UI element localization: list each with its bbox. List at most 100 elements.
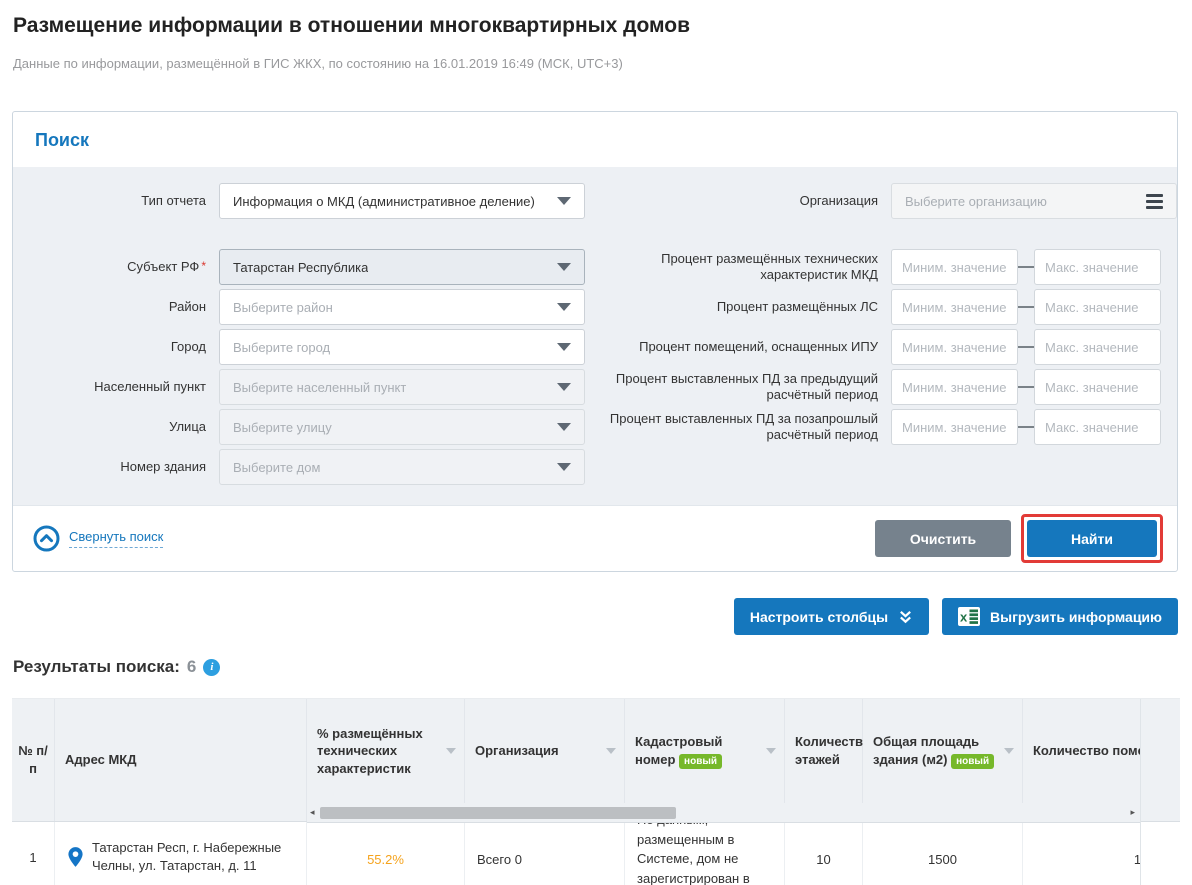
ls-percent-label: Процент размещённых ЛС xyxy=(716,298,878,314)
search-form-left-column: Тип отчета Информация о МКД (администрат… xyxy=(13,181,595,487)
page-subtitle: Данные по информации, размещённой в ГИС … xyxy=(13,56,623,71)
sort-icon[interactable] xyxy=(1004,748,1014,754)
street-placeholder: Выберите улицу xyxy=(233,419,332,435)
subject-value: Татарстан Республика xyxy=(233,259,369,275)
building-dropdown[interactable]: Выберите дом xyxy=(219,449,585,485)
find-button-highlight: Найти xyxy=(1021,514,1163,563)
pd-before-min-input[interactable] xyxy=(891,409,1018,445)
range-dash xyxy=(1018,266,1034,268)
caret-down-icon xyxy=(557,463,571,471)
tech-percent-max-input[interactable] xyxy=(1034,249,1161,285)
export-button[interactable]: x Выгрузить информацию xyxy=(942,598,1178,635)
caret-down-icon xyxy=(557,263,571,271)
column-header-num[interactable]: № п/п xyxy=(12,699,55,821)
city-dropdown[interactable]: Выберите город xyxy=(219,329,585,365)
row-address-cell[interactable]: Татарстан Респ, г. Набережные Челны, ул.… xyxy=(55,821,307,885)
scroll-left-arrow-icon[interactable]: ◂ xyxy=(310,808,315,817)
svg-text:x: x xyxy=(960,610,968,625)
row-address-text: Татарстан Респ, г. Набережные Челны, ул.… xyxy=(92,839,282,874)
info-icon[interactable]: i xyxy=(203,658,221,676)
form-gap xyxy=(13,221,595,247)
new-badge: новый xyxy=(951,753,995,769)
find-button[interactable]: Найти xyxy=(1027,520,1157,557)
table-scroll-region: % размещённых технических характеристик … xyxy=(307,699,1140,885)
form-row-pd-before-percent: Процент выставленных ПД за позапрошлый р… xyxy=(595,407,1177,447)
city-label: Город xyxy=(170,339,206,355)
ipu-percent-max-input[interactable] xyxy=(1034,329,1161,365)
table-row: 1 Татарстан Респ, г. Набережные Челны, у… xyxy=(12,821,307,885)
row-area-cell: 1500 xyxy=(863,823,1023,885)
scroll-right-arrow-icon[interactable]: ▸ xyxy=(1130,808,1135,817)
street-label: Улица xyxy=(169,419,206,435)
sort-icon[interactable] xyxy=(446,748,456,754)
pd-prev-percent-label: Процент выставленных ПД за предыдущий ра… xyxy=(615,370,878,402)
export-label: Выгрузить информацию xyxy=(990,608,1162,625)
sort-icon[interactable] xyxy=(606,748,616,754)
organization-picker[interactable]: Выберите организацию xyxy=(891,183,1177,219)
row-number-cell: 1 xyxy=(12,821,55,885)
hamburger-icon xyxy=(1146,193,1163,209)
pd-before-max-input[interactable] xyxy=(1034,409,1161,445)
caret-down-icon xyxy=(557,197,571,205)
column-header-address[interactable]: Адрес МКД xyxy=(55,699,307,821)
table-fixed-columns: № п/п Адрес МКД 1 Татарстан Респ, г. Наб… xyxy=(12,699,307,885)
sort-icon[interactable] xyxy=(766,748,776,754)
pd-prev-min-input[interactable] xyxy=(891,369,1018,405)
ls-percent-min-input[interactable] xyxy=(891,289,1018,325)
row-tech-percent-cell: 55.2% xyxy=(307,823,465,885)
excel-icon: x xyxy=(958,607,981,626)
settlement-placeholder: Выберите населенный пункт xyxy=(233,379,407,395)
range-dash xyxy=(1018,386,1034,388)
pd-prev-max-input[interactable] xyxy=(1034,369,1161,405)
form-row-building: Номер здания Выберите дом xyxy=(13,447,595,487)
ls-percent-max-input[interactable] xyxy=(1034,289,1161,325)
column-header-rooms[interactable]: Количество помещений xyxy=(1023,699,1140,803)
configure-columns-button[interactable]: Настроить столбцы xyxy=(733,598,930,635)
map-pin-icon xyxy=(68,847,83,868)
street-dropdown[interactable]: Выберите улицу xyxy=(219,409,585,445)
column-header-tech-percent[interactable]: % размещённых технических характеристик xyxy=(307,699,465,803)
range-dash xyxy=(1018,346,1034,348)
column-header-floors[interactable]: Количество этажей xyxy=(785,699,871,803)
report-type-dropdown[interactable]: Информация о МКД (административное делен… xyxy=(219,183,585,219)
sliver-body xyxy=(1141,821,1180,885)
horizontal-scrollbar[interactable]: ◂ ▸ xyxy=(307,803,1140,823)
ipu-percent-label: Процент помещений, оснащенных ИПУ xyxy=(639,338,878,354)
results-table: № п/п Адрес МКД 1 Татарстан Респ, г. Наб… xyxy=(12,698,1180,885)
district-dropdown[interactable]: Выберите район xyxy=(219,289,585,325)
organization-label: Организация xyxy=(799,192,878,208)
new-badge: новый xyxy=(679,753,723,769)
required-asterisk: * xyxy=(201,259,206,274)
results-label: Результаты поиска: xyxy=(13,657,180,676)
pd-before-percent-label: Процент выставленных ПД за позапрошлый р… xyxy=(609,410,878,442)
form-row-subject: Субъект РФ * Татарстан Республика xyxy=(13,247,595,287)
caret-down-icon xyxy=(557,303,571,311)
column-header-cadastral[interactable]: Кадастровый номер новый xyxy=(625,699,785,803)
column-header-area[interactable]: Общая площадь здания (м2) новый xyxy=(863,699,1023,803)
collapse-search-link[interactable]: Свернуть поиск xyxy=(33,525,164,552)
district-label: Район xyxy=(168,299,206,315)
ipu-percent-min-input[interactable] xyxy=(891,329,1018,365)
sliver-header xyxy=(1141,699,1180,822)
building-label: Номер здания xyxy=(120,459,206,475)
form-row-tech-percent: Процент размещённых технических характер… xyxy=(595,247,1177,287)
form-row-ipu-percent: Процент помещений, оснащенных ИПУ xyxy=(595,327,1177,367)
tech-percent-min-input[interactable] xyxy=(891,249,1018,285)
table-row-scroll-cells: 55.2% Всего 0 По данным, размещенным в С… xyxy=(307,812,1140,885)
subject-dropdown[interactable]: Татарстан Республика xyxy=(219,249,585,285)
form-row-city: Город Выберите город xyxy=(13,327,595,367)
clear-button[interactable]: Очистить xyxy=(875,520,1011,557)
range-dash xyxy=(1018,306,1034,308)
scrollbar-thumb[interactable] xyxy=(320,807,676,819)
form-row-district: Район Выберите район xyxy=(13,287,595,327)
form-row-ls-percent: Процент размещённых ЛС xyxy=(595,287,1177,327)
form-row-street: Улица Выберите улицу xyxy=(13,407,595,447)
column-header-organization[interactable]: Организация xyxy=(465,699,625,803)
caret-down-icon xyxy=(557,343,571,351)
report-type-label: Тип отчета xyxy=(141,193,206,209)
settlement-dropdown[interactable]: Выберите населенный пункт xyxy=(219,369,585,405)
configure-columns-label: Настроить столбцы xyxy=(749,608,889,625)
table-right-sliver xyxy=(1140,699,1180,885)
district-placeholder: Выберите район xyxy=(233,299,333,315)
caret-down-icon xyxy=(557,383,571,391)
